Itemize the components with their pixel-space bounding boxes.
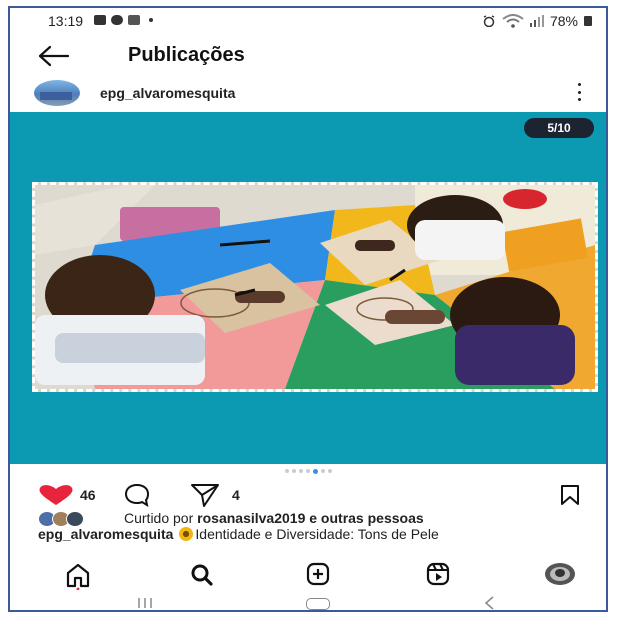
bookmark-icon[interactable] xyxy=(560,484,580,506)
liked-by-avatars xyxy=(38,511,94,527)
carousel-indicator xyxy=(10,464,606,478)
battery-percentage: 78% xyxy=(549,13,578,29)
share-icon[interactable] xyxy=(190,482,220,508)
reels-icon[interactable] xyxy=(418,560,458,590)
header: Publicações xyxy=(10,36,606,76)
notification-icons xyxy=(94,15,153,25)
signal-icon xyxy=(529,15,544,27)
share-count: 4 xyxy=(232,487,240,503)
s-icon xyxy=(128,15,140,25)
carousel-dot xyxy=(298,469,303,473)
post-photo xyxy=(32,182,598,392)
page-title: Publicações xyxy=(128,44,245,66)
image-icon xyxy=(94,15,106,25)
carousel-dot xyxy=(320,469,325,473)
sunflower-icon xyxy=(179,527,194,541)
arrow-left-icon[interactable] xyxy=(36,44,72,68)
liked-by-row[interactable]: Curtido por rosanasilva2019 e outras pes… xyxy=(10,508,606,528)
search-icon[interactable] xyxy=(182,560,222,590)
liked-by-suffix[interactable]: e outras pessoas xyxy=(309,510,423,526)
recent-apps-icon[interactable] xyxy=(136,596,154,610)
comment-icon[interactable] xyxy=(124,483,150,507)
home-button[interactable] xyxy=(306,598,330,610)
carousel-dot xyxy=(305,469,310,473)
media-counter: 5/10 xyxy=(524,118,594,138)
carousel-dot xyxy=(291,469,296,473)
liked-by-text: Curtido por rosanasilva2019 e outras pes… xyxy=(124,510,424,526)
like-count[interactable]: 46 xyxy=(80,487,96,503)
dot-icon xyxy=(149,18,153,22)
post-username[interactable]: epg_alvaromesquita xyxy=(100,85,235,101)
carousel-dot xyxy=(327,469,332,473)
liked-by-user[interactable]: rosanasilva2019 xyxy=(197,510,305,526)
status-bar: 13:19 78% xyxy=(10,8,606,36)
avatar xyxy=(66,511,84,527)
profile-avatar[interactable] xyxy=(540,560,580,590)
system-icons: 78% xyxy=(482,13,592,29)
home-icon[interactable] xyxy=(58,560,98,590)
back-nav-icon[interactable] xyxy=(482,596,498,610)
android-nav-bar xyxy=(10,592,606,610)
create-icon[interactable] xyxy=(298,560,338,590)
caption-text: Identidade e Diversidade: Tons de Pele xyxy=(195,526,439,542)
post-media[interactable]: 5/10 xyxy=(10,112,606,464)
carousel-dot xyxy=(284,469,289,473)
caption-username[interactable]: epg_alvaromesquita xyxy=(38,526,173,542)
bottom-tab-bar xyxy=(10,558,606,592)
post-caption: epg_alvaromesquita Identidade e Diversida… xyxy=(38,526,598,542)
wifi-icon xyxy=(502,14,524,28)
heart-icon[interactable] xyxy=(36,484,76,506)
carousel-dot-active xyxy=(312,468,318,474)
battery-icon xyxy=(584,16,592,26)
phone-screen: 13:19 78% Publicações epg_alvaromesquita… xyxy=(8,6,608,612)
more-vertical-icon[interactable] xyxy=(576,83,582,101)
liked-by-prefix: Curtido por xyxy=(124,510,194,526)
user-avatar[interactable] xyxy=(34,80,80,106)
classroom-photo xyxy=(35,185,595,389)
chat-icon xyxy=(111,15,123,25)
post-header: epg_alvaromesquita xyxy=(10,76,606,112)
alarm-icon xyxy=(483,15,495,27)
post-actions: 46 4 xyxy=(10,478,606,508)
status-time: 13:19 xyxy=(48,13,84,29)
